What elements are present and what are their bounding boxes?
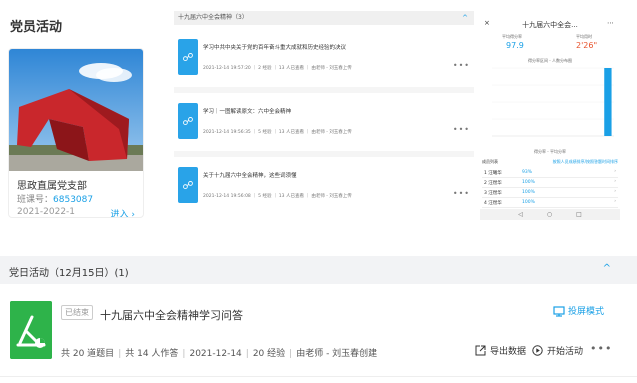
enter-link[interactable]: 进入 › — [110, 207, 136, 218]
resource-list-header[interactable]: 十九届六中全会精神（3） ^ — [174, 11, 474, 25]
tab-member-list[interactable]: 成员列表 — [482, 159, 498, 165]
tab-sort[interactable]: 按照人员成绩排序/按照答题时间排序 — [553, 159, 618, 165]
chevron-right-icon: › — [131, 210, 135, 218]
class-code-label: 班课号： — [17, 195, 54, 205]
chevron-right-icon: › — [614, 179, 616, 184]
activity-creator: 由老师 - 刘玉春创建 — [296, 349, 378, 359]
resource-title: 学习中共中央关于党的百年奋斗重大成就和历史经验的决议 — [203, 45, 347, 51]
chart-legend: 得分率 - 平均分率 — [534, 149, 566, 154]
activity-date: 2021-12-14 — [189, 349, 242, 359]
member-score: 100% — [522, 190, 535, 195]
quiz-icon — [10, 301, 52, 359]
link-icon: ☍ — [178, 167, 198, 203]
experience-points: 20 经验 — [252, 349, 286, 359]
member-score: 100% — [522, 180, 535, 185]
home-icon[interactable]: ○ — [547, 211, 552, 218]
start-activity-label: 开始活动 — [547, 347, 584, 357]
class-code-value: 6853087 — [53, 195, 94, 205]
resource-meta: 2021-12-14 19:56:35 ｜ 5 经验 ｜ 13 人已查看 ｜ 由… — [203, 130, 352, 135]
distribution-chart — [492, 67, 614, 137]
divider — [174, 151, 474, 157]
class-card[interactable]: 思政直属党支部 班课号：6853087 2021-2022-1 进入 › — [8, 48, 144, 218]
avg-time-label: 平均用时 — [576, 34, 592, 39]
link-icon: ☍ — [178, 39, 198, 75]
export-data-button[interactable]: 导出数据 — [475, 344, 526, 357]
page-root: 党员活动 思政直属党支部 班课号：6853087 2021-2022-1 进入 … — [0, 0, 637, 383]
activity-meta: 共 20 道题目 | 共 14 人作答 | 2021-12-14 | 20 经验 | 由老师 -… — [61, 349, 378, 359]
resource-title: 关于十九届六中全会精神，这些词须懂 — [203, 173, 297, 179]
resource-item[interactable]: ☍ 关于十九届六中全会精神，这些词须懂 2021-12-14 19:56:08 … — [174, 161, 474, 211]
phone-preview: × 十九届六中全会... ⋯ 平均得分率 97.9 平均用时 2'26" 得分率… — [480, 8, 620, 220]
member-row[interactable]: 3 汪煜华 100% › — [482, 188, 618, 198]
divider — [0, 376, 637, 377]
chevron-right-icon: › — [614, 169, 616, 174]
more-icon[interactable]: ••• — [453, 189, 470, 198]
avg-score-value: 97.9 — [506, 41, 524, 50]
respondent-count: 共 14 人作答 — [125, 349, 179, 359]
resource-title: 学习｜一图解读原文：六中全会精神 — [203, 109, 292, 115]
chart-bar — [604, 68, 612, 136]
member-name: 2 汪煜华 — [484, 181, 502, 186]
avg-score-label: 平均得分率 — [502, 34, 522, 39]
resource-item[interactable]: ☍ 学习｜一图解读原文：六中全会精神 2021-12-14 19:56:35 ｜… — [174, 97, 474, 147]
section-header-title: 党日活动（12月15日）(1) — [9, 268, 129, 279]
member-tabs: 成员列表 按照人员成绩排序/按照答题时间排序 — [482, 159, 618, 165]
play-icon — [532, 345, 543, 356]
member-name: 4 汪煜华 — [484, 201, 502, 206]
resource-meta: 2021-12-14 19:57:20 ｜ 2 经验 ｜ 13 人已查看 ｜ 由… — [203, 66, 352, 71]
class-code: 班课号：6853087 — [17, 192, 93, 205]
chevron-up-icon[interactable]: ^ — [462, 11, 468, 25]
avg-time-value: 2'26" — [576, 41, 598, 50]
resource-list-title: 十九届六中全会精神（3） — [178, 14, 248, 21]
activity-title[interactable]: 十九届六中全会精神学习问答 — [100, 307, 243, 323]
more-icon[interactable]: ••• — [590, 342, 612, 355]
member-row[interactable]: 1 汪曦华 93% › — [482, 168, 618, 178]
resource-meta: 2021-12-14 19:56:08 ｜ 5 经验 ｜ 13 人已查看 ｜ 由… — [203, 194, 352, 199]
phone-nav-bar: ◁ ○ □ — [480, 209, 620, 220]
resource-item[interactable]: ☍ 学习中共中央关于党的百年奋斗重大成就和历史经验的决议 2021-12-14 … — [174, 33, 474, 83]
enter-label: 进入 — [110, 210, 129, 218]
export-icon — [475, 345, 486, 356]
status-badge: 已结束 — [61, 305, 93, 320]
member-score: 93% — [522, 170, 533, 175]
activity-item[interactable]: 已结束 十九届六中全会精神学习问答 投屏模式 共 20 道题目 | 共 14 人作答… — [0, 288, 637, 372]
projector-icon — [553, 305, 565, 317]
member-score: 100% — [522, 200, 535, 205]
link-icon: ☍ — [178, 103, 198, 139]
more-icon[interactable]: ••• — [453, 61, 470, 70]
recents-icon[interactable]: □ — [576, 211, 582, 218]
section-header[interactable]: 党日活动（12月15日）(1) ^ — [0, 256, 637, 284]
more-icon[interactable]: ⋯ — [607, 19, 614, 27]
member-row[interactable]: 2 汪煜华 100% › — [482, 178, 618, 188]
chevron-up-icon[interactable]: ^ — [603, 263, 611, 274]
resource-list-panel: 十九届六中全会精神（3） ^ ☍ 学习中共中央关于党的百年奋斗重大成就和历史经验… — [174, 11, 474, 214]
screen-mode-button[interactable]: 投屏模式 — [553, 304, 604, 317]
back-icon[interactable]: ◁ — [518, 211, 523, 218]
chevron-right-icon: › — [614, 189, 616, 194]
more-icon[interactable]: ••• — [453, 125, 470, 134]
card-photo — [9, 49, 143, 171]
divider — [174, 87, 474, 93]
question-count: 共 20 道题目 — [61, 349, 115, 359]
member-name: 3 汪煜华 — [484, 191, 502, 196]
screen-mode-label: 投屏模式 — [568, 307, 605, 317]
member-name: 1 汪曦华 — [484, 171, 502, 176]
class-name: 思政直属党支部 — [17, 181, 87, 192]
start-activity-button[interactable]: 开始活动 — [532, 344, 583, 357]
chevron-right-icon: › — [614, 199, 616, 204]
phone-title: 十九届六中全会... — [522, 21, 578, 29]
class-year: 2021-2022-1 — [17, 207, 76, 217]
section-title: 党员活动 — [10, 20, 63, 35]
export-data-label: 导出数据 — [490, 347, 527, 357]
member-row[interactable]: 4 汪煜华 100% › — [482, 198, 618, 208]
